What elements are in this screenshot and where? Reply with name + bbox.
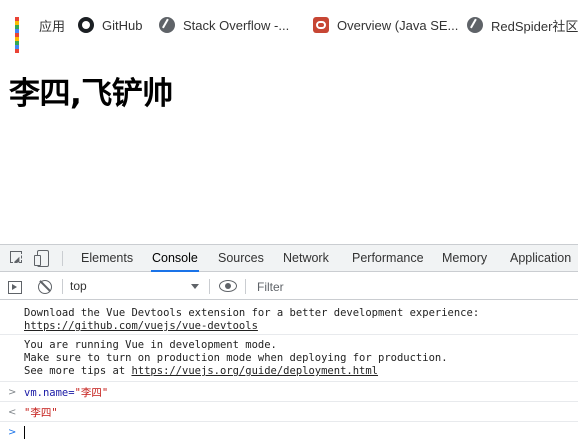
message-text: You are running Vue in development mode. [24,339,277,351]
divider [62,251,63,266]
bookmark-stack-overflow[interactable]: Stack Overflow -... [159,14,289,36]
bookmark-apps[interactable]: 应用 [15,14,66,53]
context-selector[interactable]: top [70,273,205,300]
devtools-tab-bar: Elements Console Sources Network Perform… [0,245,578,272]
console-message: Download the Vue Devtools extension for … [0,304,578,335]
bookmark-label: GitHub [102,17,143,33]
bookmark-label: Overview (Java SE... [337,17,459,33]
expression-string: "李四" [74,387,109,399]
text-cursor [24,426,25,439]
clear-console-icon[interactable] [37,279,53,295]
bookmark-label: Stack Overflow -... [183,17,290,33]
tab-memory[interactable]: Memory [441,245,488,272]
bookmark-label: 应用 [39,18,66,34]
chevron-down-icon [191,284,199,289]
eye-icon[interactable] [219,280,237,292]
message-text: Download the Vue Devtools extension for … [24,307,480,319]
deployment-guide-link[interactable]: https://vuejs.org/guide/deployment.html [131,365,378,377]
tab-console[interactable]: Console [151,245,199,272]
divider [245,279,246,294]
bookmark-github[interactable]: GitHub [78,14,142,36]
context-selector-value: top [70,279,87,293]
bookmark-java-overview[interactable]: Overview (Java SE... [313,14,458,36]
devtools-panel: Elements Console Sources Network Perform… [0,244,578,442]
console-input-entry: > vm.name="李四" [0,383,578,402]
github-icon [78,17,94,33]
filter-input[interactable] [251,277,578,296]
console-prompt[interactable]: > [0,423,578,442]
divider [62,279,63,294]
console-message: You are running Vue in development mode.… [0,336,578,382]
globe-icon [467,17,483,33]
tab-elements[interactable]: Elements [80,245,134,272]
expression-text: vm.name= [24,387,75,399]
message-text: See more tips at [24,365,132,377]
bookmarks-bar: 应用 GitHub Stack Overflow -... Overview (… [0,0,578,53]
inspect-element-icon[interactable] [9,250,25,266]
message-text: Make sure to turn on production mode whe… [24,352,448,364]
chevron-left-icon: < [8,407,17,418]
input-expression: vm.name="李四" [24,387,108,399]
result-value: "李四" [24,407,58,419]
globe-icon [159,17,175,33]
bookmark-label: RedSpider社区能 [491,18,578,34]
show-sidebar-icon[interactable] [7,279,23,295]
chevron-right-icon: > [8,387,17,398]
console-toolbar: top [0,273,578,300]
tab-network[interactable]: Network [282,245,330,272]
page-heading: 李四,飞铲帅 [9,76,173,112]
console-result-entry: < "李四" [0,403,578,422]
console-output[interactable]: Download the Vue Devtools extension for … [0,301,578,442]
tab-sources[interactable]: Sources [217,245,265,272]
divider [209,279,210,294]
apps-grid-icon [15,17,31,53]
vue-devtools-link[interactable]: https://github.com/vuejs/vue-devtools [24,320,258,332]
chevron-right-icon: > [8,427,17,438]
bookmark-redspider[interactable]: RedSpider社区能 [467,14,578,36]
oracle-icon [313,17,329,33]
tab-performance[interactable]: Performance [351,245,425,272]
device-toolbar-icon[interactable] [34,250,50,267]
tab-application[interactable]: Application [509,245,572,272]
